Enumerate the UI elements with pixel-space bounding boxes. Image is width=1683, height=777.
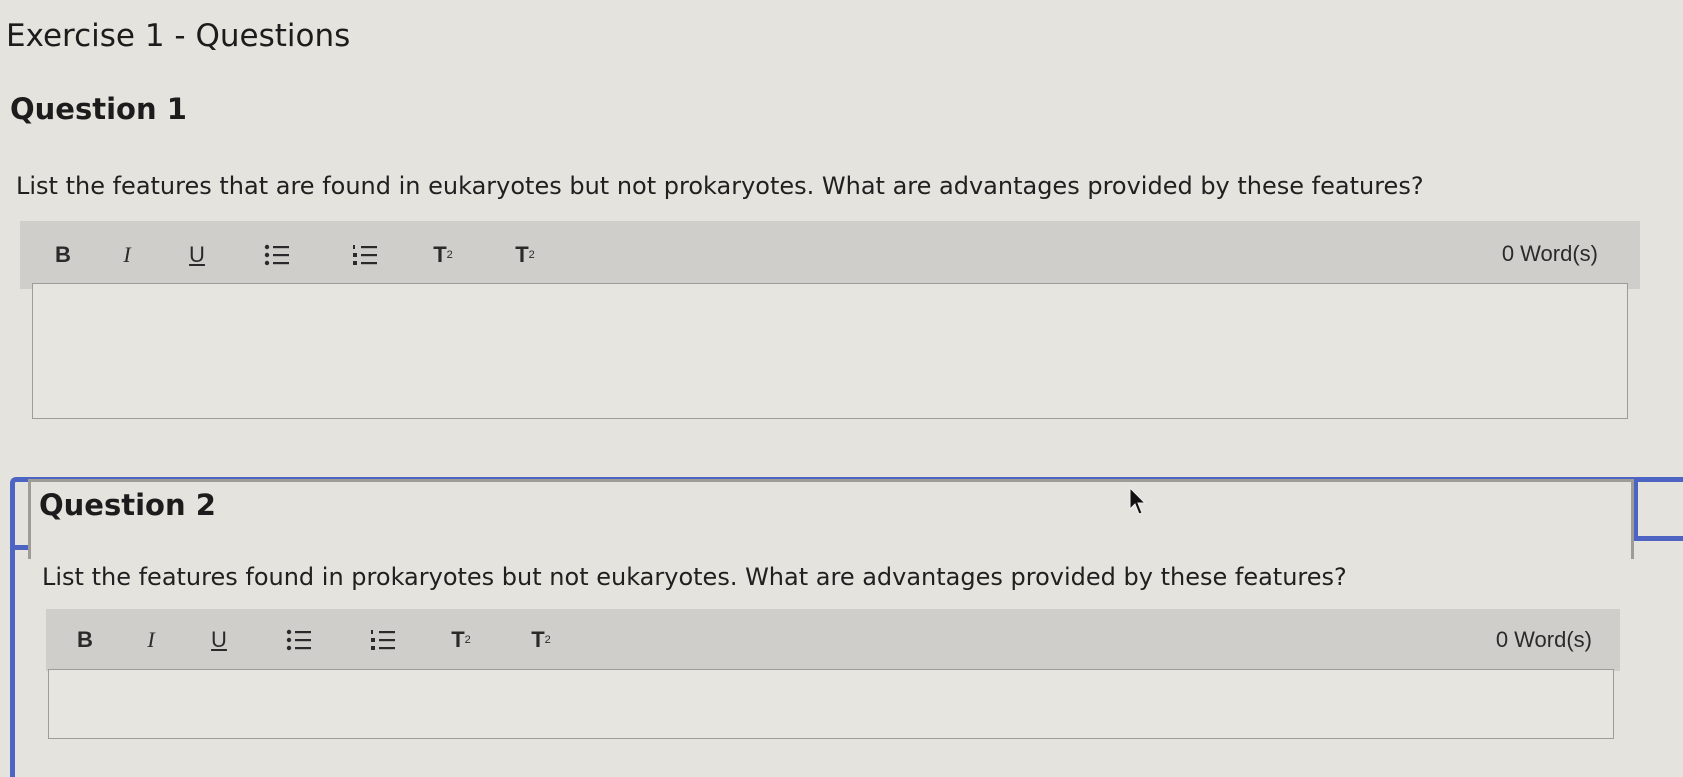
superscript-button[interactable]: T2 — [428, 240, 458, 270]
bullet-list-icon[interactable] — [284, 625, 314, 655]
question-1-heading: Question 1 — [10, 92, 187, 126]
subscript-button[interactable]: T2 — [510, 240, 540, 270]
question-1-toolbar: B I U T2 T2 0 Word(s) — [20, 221, 1640, 289]
bold-button[interactable]: B — [48, 240, 78, 270]
active-border-left — [10, 545, 15, 745]
numbered-list-icon[interactable] — [350, 240, 380, 270]
question-2-prompt: List the features found in prokaryotes b… — [42, 563, 1347, 591]
superscript-button[interactable]: T2 — [446, 625, 476, 655]
bold-button[interactable]: B — [70, 625, 100, 655]
active-border-ledge — [1633, 536, 1683, 541]
page-title: Exercise 1 - Questions — [6, 18, 351, 54]
superscript-label: T — [451, 627, 465, 652]
mouse-pointer-icon — [1129, 487, 1147, 515]
italic-button[interactable]: I — [112, 240, 142, 270]
question-2-heading: Question 2 — [39, 488, 216, 522]
underline-button[interactable]: U — [182, 240, 212, 270]
underline-button[interactable]: U — [204, 625, 234, 655]
numbered-list-icon[interactable] — [368, 625, 398, 655]
italic-button[interactable]: I — [136, 625, 166, 655]
question-1-answer-editor[interactable] — [32, 283, 1628, 419]
subscript-label: T — [515, 242, 529, 267]
subscript-label: T — [531, 627, 545, 652]
question-2-container — [28, 479, 1634, 559]
question-1-prompt: List the features that are found in euka… — [16, 172, 1424, 200]
word-count: 0 Word(s) — [1495, 627, 1592, 652]
question-2-toolbar: B I U T2 T2 0 Word(s) — [46, 609, 1620, 671]
word-count: 0 Word(s) — [1501, 241, 1598, 266]
bullet-list-icon[interactable] — [262, 240, 292, 270]
question-2-answer-editor[interactable] — [48, 669, 1614, 739]
subscript-button[interactable]: T2 — [526, 625, 556, 655]
superscript-label: T — [433, 242, 447, 267]
